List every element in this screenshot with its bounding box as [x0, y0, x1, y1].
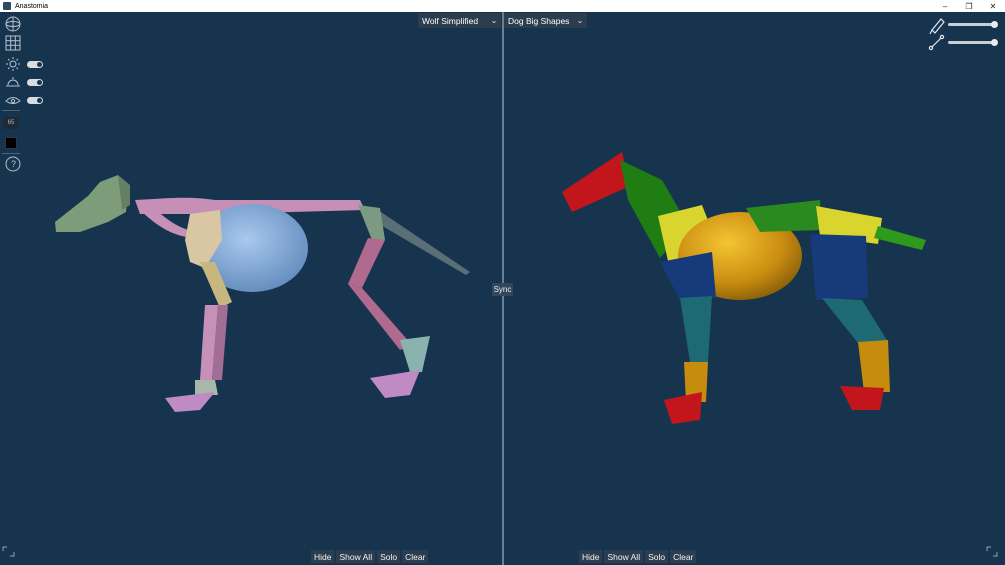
visibility-toggle[interactable]	[27, 97, 43, 104]
right-hide-button[interactable]: Hide	[579, 550, 603, 563]
right-model-label: Dog Big Shapes	[508, 15, 570, 26]
grid-icon[interactable]	[5, 35, 21, 51]
toolbar-separator	[2, 153, 20, 154]
visibility-toggle-switch[interactable]	[27, 97, 43, 104]
right-clear-button[interactable]: Clear	[670, 550, 697, 563]
left-hide-button[interactable]: Hide	[311, 550, 335, 563]
right-solo-button[interactable]: Solo	[645, 550, 669, 563]
light-toggle[interactable]	[27, 61, 43, 68]
left-show-all-button[interactable]: Show All	[336, 550, 376, 563]
wolf-skeleton-model[interactable]	[55, 175, 470, 412]
brush-icon[interactable]	[929, 18, 945, 35]
dog-shapes-model[interactable]	[562, 152, 926, 424]
light-icon	[6, 57, 20, 71]
left-model-label: Wolf Simplified	[422, 15, 479, 26]
sync-button[interactable]: Sync	[492, 283, 513, 296]
chevron-down-icon: ⌄	[490, 16, 498, 25]
left-actions-bar: Hide Show All Solo Clear	[311, 550, 429, 563]
eye-icon	[5, 97, 21, 104]
left-solo-button[interactable]: Solo	[377, 550, 401, 563]
chevron-down-icon: ⌄	[576, 16, 584, 25]
bone-slider[interactable]	[948, 41, 996, 44]
right-show-all-button[interactable]: Show All	[604, 550, 644, 563]
brush-slider[interactable]	[948, 23, 996, 26]
expand-icon[interactable]	[986, 546, 998, 557]
bone-slider-handle[interactable]	[991, 39, 998, 46]
horizon-toggle[interactable]	[27, 79, 43, 86]
left-model-select[interactable]: Wolf Simplified ⌄	[418, 13, 501, 28]
horizon-icon	[6, 77, 20, 87]
help-glyph: ?	[10, 159, 16, 169]
right-model-select[interactable]: Dog Big Shapes ⌄	[504, 13, 587, 28]
sphere-icon[interactable]	[5, 16, 21, 32]
bone-icon[interactable]	[928, 34, 945, 51]
expand-icon[interactable]	[2, 546, 15, 557]
numeric-field[interactable]: 65	[3, 117, 19, 129]
color-swatch[interactable]	[5, 137, 17, 149]
horizon-toggle-switch[interactable]	[27, 79, 43, 86]
right-actions-bar: Hide Show All Solo Clear	[579, 550, 697, 563]
brush-slider-handle[interactable]	[991, 21, 998, 28]
light-toggle-switch[interactable]	[27, 61, 43, 68]
left-clear-button[interactable]: Clear	[402, 550, 429, 563]
toolbar-separator	[2, 110, 20, 111]
